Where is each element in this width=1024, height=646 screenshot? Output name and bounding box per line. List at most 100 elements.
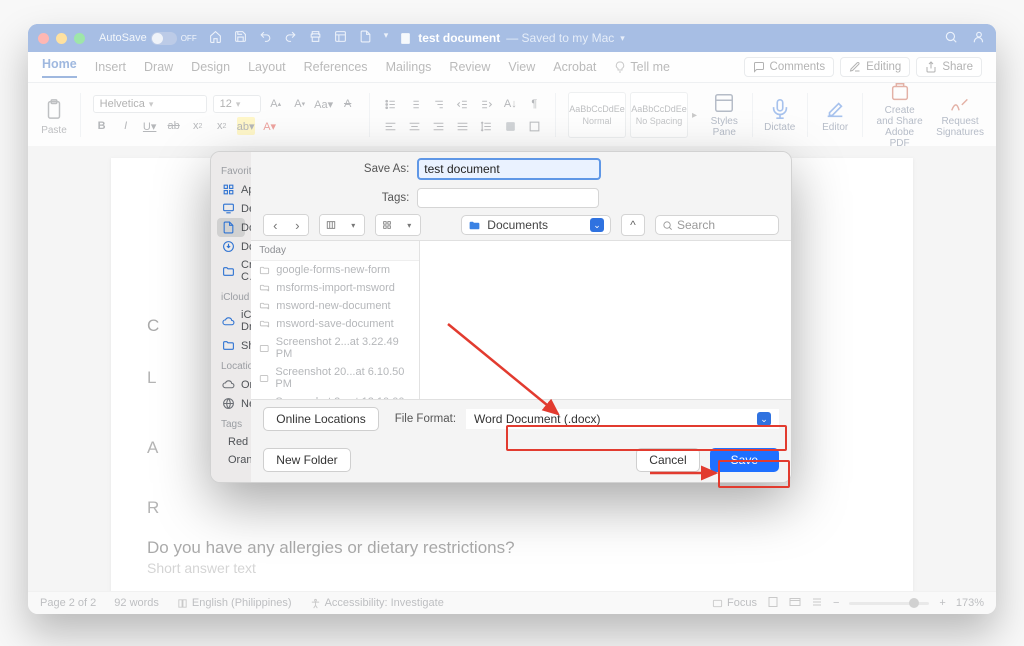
italic-button[interactable]: I	[117, 117, 135, 135]
new-folder-button[interactable]: New Folder	[263, 448, 350, 472]
paste-group[interactable]: Paste	[40, 95, 68, 136]
minimize-window-button[interactable]	[56, 33, 67, 44]
dictate-button[interactable]: Dictate	[764, 98, 795, 133]
save-icon[interactable]	[234, 30, 247, 46]
align-center-button[interactable]	[405, 117, 423, 135]
file-item[interactable]: Screenshot 20...at 6.10.50 PM	[251, 363, 419, 393]
highlight-button[interactable]: ab▾	[237, 117, 255, 135]
print-icon[interactable]	[309, 30, 322, 46]
nav-forward-button[interactable]: ›	[286, 215, 308, 235]
autosave-toggle[interactable]: AutoSave OFF	[99, 32, 197, 45]
view-print-icon[interactable]	[767, 596, 779, 611]
subscript-button[interactable]: x2	[189, 117, 207, 135]
view-web-icon[interactable]	[789, 596, 801, 611]
file-item[interactable]: msforms-import-msword	[251, 279, 419, 297]
zoom-percent[interactable]: 173%	[956, 597, 984, 609]
file-item[interactable]: google-forms-new-form	[251, 261, 419, 279]
clear-formatting-icon[interactable]: A	[339, 95, 357, 113]
view-outline-icon[interactable]	[811, 596, 823, 611]
tab-layout[interactable]: Layout	[248, 60, 286, 74]
numbered-list-button[interactable]	[405, 95, 423, 113]
sidebar-tag-red[interactable]: Red	[217, 433, 245, 451]
accessibility-status[interactable]: Accessibility: Investigate	[310, 597, 444, 609]
sidebar-item-applications[interactable]: Applications	[217, 180, 245, 199]
template-icon[interactable]	[334, 30, 347, 46]
nav-back-button[interactable]: ‹	[264, 215, 286, 235]
increase-indent-button[interactable]	[477, 95, 495, 113]
bold-button[interactable]: B	[93, 117, 111, 135]
redo-icon[interactable]	[284, 30, 297, 46]
location-select[interactable]: Documents ⌄	[461, 215, 611, 235]
superscript-button[interactable]: x2	[213, 117, 231, 135]
font-name-select[interactable]: Helvetica▾	[93, 95, 207, 113]
tab-draw[interactable]: Draw	[144, 60, 173, 74]
file-format-select[interactable]: Word Document (.docx) ⌄	[466, 409, 779, 429]
line-spacing-button[interactable]	[477, 117, 495, 135]
page-count[interactable]: Page 2 of 2	[40, 597, 96, 609]
font-color-button[interactable]: A▾	[261, 117, 279, 135]
save-as-input[interactable]	[417, 158, 601, 180]
justify-button[interactable]	[453, 117, 471, 135]
tab-design[interactable]: Design	[191, 60, 230, 74]
decrease-indent-button[interactable]	[453, 95, 471, 113]
file-item[interactable]: msword-new-document	[251, 297, 419, 315]
sidebar-item-icloud-drive[interactable]: iCloud Drive	[217, 306, 245, 336]
tab-review[interactable]: Review	[449, 60, 490, 74]
sidebar-item-network[interactable]: Network	[217, 394, 245, 413]
cancel-button[interactable]: Cancel	[636, 448, 699, 472]
zoom-out-icon[interactable]: −	[833, 597, 839, 609]
tab-tellme[interactable]: Tell me	[614, 60, 670, 74]
comments-button[interactable]: Comments	[744, 57, 835, 77]
sidebar-item-downloads[interactable]: Downloads	[217, 237, 245, 256]
align-right-button[interactable]	[429, 117, 447, 135]
close-window-button[interactable]	[38, 33, 49, 44]
undo-icon[interactable]	[259, 30, 272, 46]
tab-acrobat[interactable]: Acrobat	[553, 60, 596, 74]
multilevel-list-button[interactable]	[429, 95, 447, 113]
sidebar-item-shared[interactable]: Shared	[217, 336, 245, 355]
sidebar-tag-orange[interactable]: Orange	[217, 451, 245, 469]
sort-button[interactable]: A↓	[501, 95, 519, 113]
word-count[interactable]: 92 words	[114, 597, 159, 609]
online-locations-button[interactable]: Online Locations	[263, 407, 378, 431]
file-item[interactable]: msword-save-document	[251, 315, 419, 333]
sidebar-item-desktop[interactable]: Desktop	[217, 199, 245, 218]
finder-search[interactable]: Search	[655, 215, 779, 235]
adobe-create-share-button[interactable]: Create and Share Adobe PDF	[875, 81, 924, 149]
collapse-arrow-button[interactable]: ^	[621, 214, 645, 236]
search-icon[interactable]	[944, 30, 958, 47]
editing-button[interactable]: Editing	[840, 57, 910, 77]
title-dropdown-icon[interactable]: ▾	[620, 33, 625, 44]
maximize-window-button[interactable]	[74, 33, 85, 44]
file-item[interactable]: Screenshot 2...at 3.22.49 PM	[251, 333, 419, 363]
view-columns-button[interactable]: ▾	[319, 214, 365, 236]
styles-more-icon[interactable]: ▸	[692, 110, 697, 121]
underline-button[interactable]: U▾	[141, 117, 159, 135]
tab-home[interactable]: Home	[42, 57, 77, 78]
styles-pane-button[interactable]: Styles Pane	[709, 92, 740, 138]
decrease-font-icon[interactable]: A▾	[291, 95, 309, 113]
focus-mode-button[interactable]: Focus	[712, 597, 757, 609]
location-dropdown-icon[interactable]: ⌄	[590, 218, 604, 232]
show-marks-button[interactable]: ¶	[525, 95, 543, 113]
tab-view[interactable]: View	[508, 60, 535, 74]
change-case-icon[interactable]: Aa▾	[315, 95, 333, 113]
home-icon[interactable]	[209, 30, 222, 46]
save-button[interactable]: Save	[710, 448, 779, 472]
account-icon[interactable]	[972, 30, 986, 47]
adobe-request-sign-button[interactable]: Request Signatures	[936, 92, 984, 138]
borders-button[interactable]	[525, 117, 543, 135]
strikethrough-button[interactable]: ab	[165, 117, 183, 135]
chevron-down-icon[interactable]: ▾	[384, 30, 389, 46]
tab-mailings[interactable]: Mailings	[386, 60, 432, 74]
style-no-spacing[interactable]: AaBbCcDdEe No Spacing	[630, 92, 688, 138]
new-doc-icon[interactable]	[359, 30, 372, 46]
tab-insert[interactable]: Insert	[95, 60, 126, 74]
align-left-button[interactable]	[381, 117, 399, 135]
sidebar-item-onedrive[interactable]: OneDrive	[217, 375, 245, 394]
language-status[interactable]: English (Philippines)	[177, 597, 292, 609]
shading-button[interactable]	[501, 117, 519, 135]
group-by-button[interactable]: ▾	[375, 214, 421, 236]
style-normal[interactable]: AaBbCcDdEe Normal	[568, 92, 626, 138]
font-size-select[interactable]: 12▾	[213, 95, 261, 113]
